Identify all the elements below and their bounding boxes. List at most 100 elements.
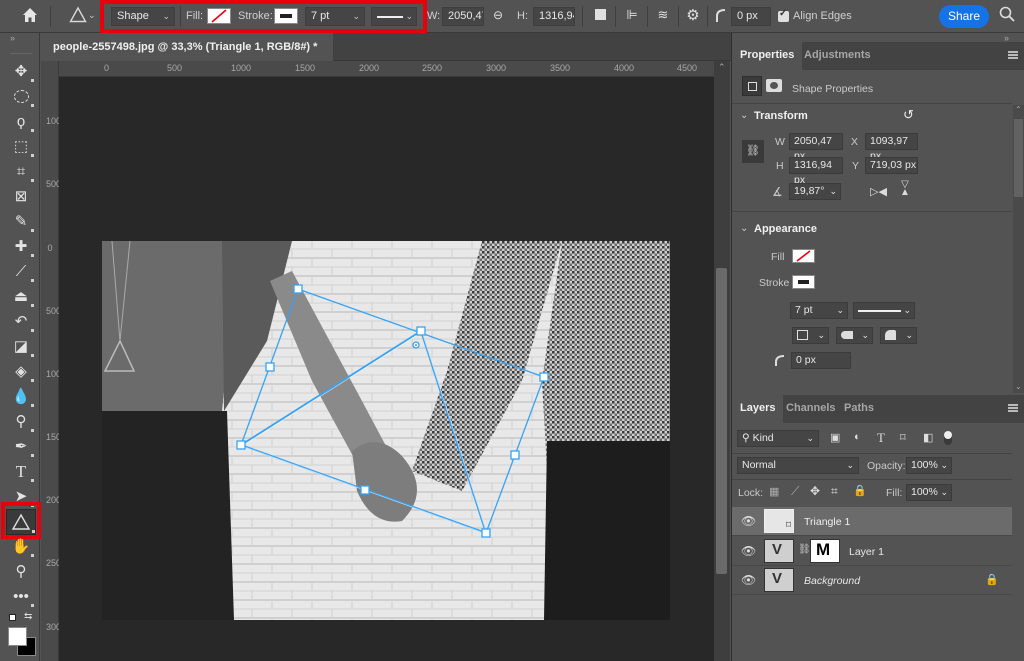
visibility-eye-icon[interactable]: 👁 <box>741 544 756 558</box>
blend-mode-select[interactable]: Normal ⌄ <box>737 457 859 474</box>
fill-label: Fill <box>771 251 785 263</box>
layer-name: Layer 1 <box>849 546 885 558</box>
blend-mode-value: Normal <box>742 459 776 471</box>
chevron-down-icon: ⌄ <box>861 330 869 340</box>
stroke-caps-select[interactable]: ⌄ <box>836 327 873 344</box>
opacity-field[interactable]: 100% ⌄ <box>906 457 952 474</box>
angle-value: 19,87° <box>794 185 825 197</box>
fill-swatch[interactable] <box>792 249 815 263</box>
layer-row[interactable]: 👁 V ⛓ M Layer 1 <box>732 537 1012 566</box>
layer-row[interactable]: 👁 V Background 🔒 <box>732 566 1012 595</box>
tab-layers[interactable]: Layers <box>732 395 784 423</box>
width-field[interactable]: 2050,47 px <box>789 133 843 162</box>
x-field[interactable]: 1093,97 px <box>865 133 918 162</box>
thumb-glyph: V <box>772 541 783 558</box>
chevron-down-icon: ⌄ <box>940 460 948 470</box>
thumb-glyph: V <box>772 570 783 587</box>
lock-image-icon[interactable]: ⟋ <box>791 484 799 499</box>
reset-transform-icon[interactable]: ↺ <box>903 107 914 123</box>
stroke-align-select[interactable]: ⌄ <box>792 327 829 344</box>
link-dimensions-button[interactable]: ⛓ <box>742 140 764 163</box>
layer-mask-thumbnail[interactable]: M <box>810 539 840 563</box>
transform-handle[interactable] <box>293 284 303 294</box>
panel-menu-icon[interactable] <box>1008 51 1018 59</box>
filter-smart-object-icon[interactable]: ◧ <box>923 431 933 444</box>
lock-label: Lock: <box>738 487 764 499</box>
stroke-width-value: 7 pt <box>795 304 813 316</box>
properties-scrollbar[interactable]: ⌃ ⌄ <box>1013 105 1024 393</box>
flip-horizontal-icon[interactable]: ▷◀ <box>870 185 887 198</box>
transform-header: Transform <box>754 110 808 122</box>
chevron-down-icon: ⌄ <box>836 305 844 315</box>
scrollbar-thumb[interactable] <box>1014 119 1023 197</box>
tab-channels[interactable]: Channels <box>778 395 844 423</box>
y-field[interactable]: 719,03 px <box>865 157 918 174</box>
filter-adjustment-icon[interactable]: ◐ <box>854 431 861 443</box>
y-label: Y <box>852 160 860 172</box>
right-panel: » Properties Adjustments Shape Propertie… <box>731 33 1024 661</box>
filter-toggle[interactable] <box>944 431 952 445</box>
search-button[interactable] <box>998 6 1016 25</box>
stroke-corner-icon <box>885 330 896 340</box>
w-label: W <box>775 136 785 148</box>
x-label: X <box>851 136 859 148</box>
lock-all-icon[interactable]: 🔒 <box>853 484 867 497</box>
corner-radius-field[interactable]: 0 px <box>791 352 851 369</box>
transform-handle[interactable] <box>416 326 426 336</box>
stroke-swatch[interactable] <box>792 275 815 289</box>
lock-artboard-icon[interactable]: ⌗ <box>831 484 838 499</box>
stroke-style-select[interactable]: ⌄ <box>853 302 915 319</box>
transform-handle[interactable] <box>510 450 520 460</box>
transform-handle[interactable] <box>236 440 246 450</box>
chevron-down-icon[interactable]: ⌄ <box>740 110 748 121</box>
height-field[interactable]: 1316,94 px <box>789 157 843 186</box>
flip-vertical-icon[interactable]: ▽ ▲ <box>900 180 910 198</box>
layer-thumbnail: V <box>764 568 794 592</box>
chevron-up-icon: ⌃ <box>1015 105 1022 114</box>
triangle-shape[interactable] <box>238 329 488 535</box>
transform-handle[interactable] <box>360 485 370 495</box>
visibility-eye-icon[interactable]: 👁 <box>741 573 756 587</box>
chevron-down-icon[interactable]: ⌄ <box>740 223 748 234</box>
tab-properties[interactable]: Properties <box>732 42 803 70</box>
tab-adjustments[interactable]: Adjustments <box>796 42 879 70</box>
chevron-down-icon: ⌄ <box>817 330 825 340</box>
panel-menu-icon[interactable] <box>1008 404 1018 412</box>
shape-properties-button[interactable] <box>742 76 762 96</box>
filter-shape-icon[interactable]: ⌑ <box>900 431 906 444</box>
angle-icon: ∡ <box>772 185 783 199</box>
link-icon: ⛓ <box>746 145 760 157</box>
fill-opacity-field[interactable]: 100% ⌄ <box>906 484 952 501</box>
visibility-eye-icon[interactable]: 👁 <box>741 514 756 528</box>
fill-opacity-value: 100% <box>911 486 938 498</box>
fill-label: Fill: <box>886 487 903 499</box>
lock-transparent-icon[interactable]: ▦ <box>769 485 779 498</box>
stroke-width-field[interactable]: 7 pt ⌄ <box>790 302 848 319</box>
layer-name: Triangle 1 <box>804 516 851 528</box>
lock-position-icon[interactable]: ✥ <box>810 484 820 498</box>
transform-handle[interactable] <box>481 528 491 538</box>
chevron-down-icon: ⌄ <box>905 330 913 340</box>
mask-properties-button[interactable] <box>766 79 782 92</box>
align-edges-checkbox[interactable]: ✓ <box>778 8 789 22</box>
filter-type-icon[interactable]: T <box>877 430 885 446</box>
tab-paths[interactable]: Paths <box>836 395 882 423</box>
mask-link-icon[interactable]: ⛓ <box>798 544 811 555</box>
layer-thumbnail: V <box>764 539 794 563</box>
stroke-corners-select[interactable]: ⌄ <box>880 327 917 344</box>
shape-layer-icon: ⌑ <box>785 520 791 531</box>
transform-bounding-box[interactable] <box>240 288 545 534</box>
stroke-icon <box>798 280 809 284</box>
angle-field[interactable]: 19,87° ⌄ <box>789 183 841 200</box>
filter-pixel-icon[interactable]: ▣ <box>830 431 840 444</box>
layer-row[interactable]: 👁 ⌑ Triangle 1 <box>732 507 1012 536</box>
chevron-down-icon: ⌄ <box>806 433 814 443</box>
layer-filter-select[interactable]: ⚲ Kind ⌄ <box>737 430 819 447</box>
align-edges-label: Align Edges <box>793 10 852 22</box>
transform-handle[interactable] <box>539 372 549 382</box>
shape-bounds-icon <box>748 82 757 91</box>
transform-handle[interactable] <box>265 362 275 372</box>
checkmark-icon: ✓ <box>779 8 788 19</box>
corner-radius-field[interactable]: 0 px <box>731 7 771 26</box>
share-button[interactable]: Share <box>939 5 989 28</box>
